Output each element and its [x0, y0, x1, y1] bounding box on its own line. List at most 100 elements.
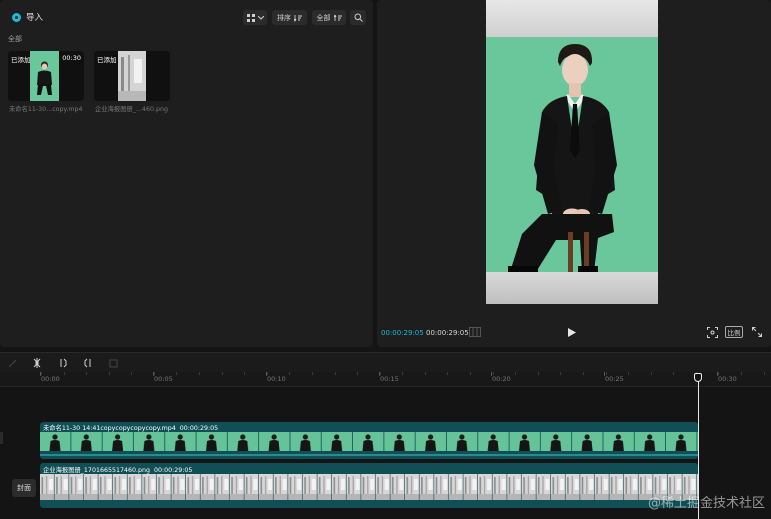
ruler-minor-tick [537, 372, 539, 375]
ruler-minor-tick [763, 372, 765, 375]
trim-left-icon [60, 358, 67, 368]
ruler-minor-tick [41, 372, 42, 375]
timeline-toolbar [0, 352, 771, 373]
filter-icon [333, 14, 342, 21]
ruler-tick: 00:20 [491, 372, 511, 383]
ruler-minor-tick [153, 372, 155, 375]
total-timecode: 00:00:29:05 [426, 329, 469, 337]
delete-icon [109, 359, 117, 367]
aspect-ratio-label: 比例 [727, 329, 741, 337]
ruler-minor-tick [108, 372, 110, 375]
fullscreen-button[interactable] [751, 326, 763, 338]
track-marker [0, 432, 3, 444]
ruler-minor-tick [244, 372, 246, 375]
chevron-down-icon [257, 15, 264, 20]
ruler-minor-tick [718, 372, 720, 375]
filter-button[interactable]: 全部 [312, 10, 346, 25]
ruler-minor-tick [650, 372, 652, 375]
split-button[interactable] [31, 357, 43, 369]
ruler-minor-tick [492, 372, 494, 375]
ruler-tick: 00:15 [379, 372, 399, 383]
ruler-minor-tick [357, 372, 359, 375]
ruler-minor-tick [673, 372, 675, 375]
ruler-minor-tick [199, 372, 201, 375]
current-timecode: 00:00:29:05 [381, 329, 424, 337]
added-badge: 已添加 [11, 56, 31, 64]
added-badge: 已添加 [97, 56, 117, 64]
ruler-tick: 00:30 [717, 372, 737, 383]
ruler-tick: 00:10 [266, 372, 286, 383]
ruler-minor-tick [86, 372, 88, 375]
fullscreen-icon [752, 327, 762, 337]
timeline-ruler[interactable]: 00:00 00:05 00:10 00:15 00:20 00:25 00:3… [0, 372, 771, 387]
split-icon [33, 358, 41, 368]
undo-button[interactable] [6, 357, 18, 369]
fit-view-button[interactable] [706, 326, 718, 338]
timeline-view-icon [469, 327, 481, 337]
filter-label: 全部 [316, 13, 331, 22]
ruler-minor-tick [447, 372, 449, 375]
ruler-minor-tick [402, 372, 404, 375]
media-item-name: 未命名11-30...copy.mp4 [9, 106, 83, 113]
undo-icon [8, 359, 16, 367]
ruler-minor-tick [515, 372, 517, 375]
image-track-title: 企业海报图册_1701665517460.png 00:00:29:05 [43, 465, 192, 474]
ruler-minor-tick [379, 372, 381, 375]
ruler-tick: 00:25 [604, 372, 624, 383]
grid-icon [246, 13, 255, 22]
ruler-minor-tick [628, 372, 630, 375]
ruler-tick: 00:05 [153, 372, 173, 383]
play-icon [568, 327, 576, 337]
ruler-minor-tick [131, 372, 133, 375]
media-item-video[interactable]: 已添加 00:30 [8, 51, 84, 101]
ruler-minor-tick [221, 372, 223, 375]
video-track-clip[interactable]: 未命名11-30 14:41copycopycopycopy.mp4 00:00… [40, 422, 698, 459]
preview-canvas [486, 0, 658, 304]
sort-label: 排序 [277, 13, 291, 22]
image-track-clip[interactable]: 企业海报图册_1701665517460.png 00:00:29:05 [40, 463, 698, 508]
playhead-handle[interactable] [694, 373, 702, 382]
image-track-name: 企业海报图册_1701665517460.png [43, 467, 150, 474]
person-figure [508, 44, 617, 272]
delete-button[interactable] [107, 357, 119, 369]
aspect-ratio-button[interactable]: 比例 [725, 326, 743, 338]
image-track-duration: 00:00:29:05 [154, 467, 193, 474]
cover-button[interactable]: 封面 [12, 479, 36, 497]
ruler-minor-tick [63, 372, 65, 375]
ruler-minor-tick [311, 372, 313, 375]
ruler-minor-tick [605, 372, 607, 375]
play-button[interactable] [566, 326, 578, 338]
ruler-minor-tick [334, 372, 336, 375]
ruler-minor-tick [470, 372, 472, 375]
image-filmstrip [40, 474, 698, 500]
timeline-toggle-button[interactable] [468, 326, 482, 338]
ruler-minor-tick [560, 372, 562, 375]
video-track-name: 未命名11-30 14:41copycopycopycopy.mp4 [43, 425, 176, 432]
view-mode-button[interactable] [243, 10, 267, 25]
search-button[interactable] [350, 10, 366, 25]
media-category-label: 全部 [8, 35, 22, 43]
trim-left-button[interactable] [57, 357, 69, 369]
ruler-minor-tick [740, 372, 742, 375]
cover-label: 封面 [17, 484, 31, 492]
sort-button[interactable]: 排序 [272, 10, 307, 25]
media-panel: 导入 排序 全部 全部 已添加 00:30 未命名11-30...copy.mp… [0, 0, 373, 347]
ruler-tick: 00:00 [40, 372, 60, 383]
trim-right-button[interactable] [82, 357, 94, 369]
video-track-title: 未命名11-30 14:41copycopycopycopy.mp4 00:00… [43, 423, 218, 432]
video-thumbnail [30, 51, 59, 101]
preview-panel: 00:00:29:05 00:00:29:05 比例 [377, 0, 771, 347]
video-waveform [40, 454, 698, 456]
media-item-image[interactable]: 已添加 [94, 51, 170, 101]
sort-icon [294, 14, 302, 22]
import-label: 导入 [26, 13, 44, 23]
media-item-name: 企业海报图册_...460.png [95, 106, 168, 113]
image-thumbnail [118, 51, 146, 101]
focus-icon [706, 326, 718, 338]
search-icon [354, 13, 363, 22]
ruler-minor-tick [582, 372, 584, 375]
ruler-minor-tick [424, 372, 426, 375]
import-button[interactable]: 导入 [12, 11, 43, 23]
ruler-minor-tick [289, 372, 291, 375]
video-track-duration: 00:00:29:05 [179, 425, 219, 432]
